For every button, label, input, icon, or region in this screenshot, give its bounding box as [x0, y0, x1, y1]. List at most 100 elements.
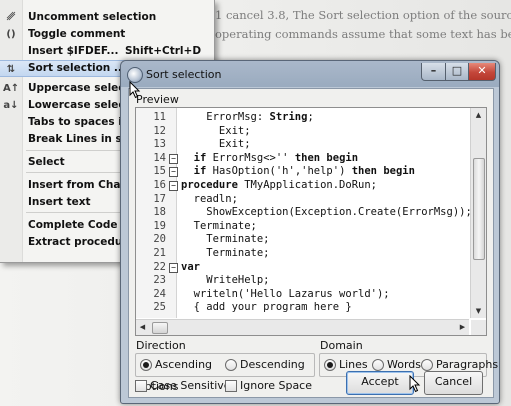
fold-toggle-icon[interactable]: −	[169, 153, 178, 164]
paragraphs-radio-button[interactable]	[421, 359, 433, 371]
code-text: ShowException(Exception.Create(ErrorMsg)…	[181, 206, 472, 219]
menu-item-label: Sort selection ...	[28, 62, 126, 74]
sort-icon: ⇅	[6, 64, 16, 75]
line-number: 18	[153, 206, 166, 219]
code-text: if HasOption('h','help') then begin	[193, 165, 415, 178]
descending-radio-button[interactable]	[225, 359, 237, 371]
paragraphs-label: Paragraphs	[436, 358, 499, 371]
ignore-space-label: Ignore Space	[240, 379, 312, 392]
horizontal-scroll-thumb[interactable]	[152, 322, 168, 334]
maximize-button[interactable]: □	[445, 63, 469, 81]
menu-item[interactable]: () Toggle comment	[0, 26, 214, 43]
scroll-right-arrow[interactable]: ▶	[456, 320, 469, 335]
code-text: Exit;	[181, 138, 251, 151]
line-number: 25	[153, 301, 166, 314]
menu-item-label: Uncomment selection	[28, 11, 157, 23]
line-number: 13	[153, 138, 166, 151]
ignore-space-box[interactable]	[225, 380, 237, 392]
code-line: 21 Terminate;	[136, 247, 469, 261]
line-number: 16	[153, 179, 166, 191]
lines-label: Lines	[339, 358, 368, 371]
menu-item-label: Toggle comment	[28, 28, 126, 40]
code-line: 14− if ErrorMsg<>'' then begin	[136, 152, 469, 166]
preview-editor[interactable]: ▲ ▼ ◀ ▶ 11 ErrorMsg: String; 12 Exit; 13 E…	[135, 107, 487, 336]
line-number: 17	[153, 192, 166, 205]
line-number: 22	[153, 260, 166, 273]
menu-item[interactable]: Insert $IFDEF... Shift+Ctrl+D	[0, 43, 214, 60]
code-line: 12 Exit;	[136, 125, 469, 139]
code-line: 24 writeln('Hello Lazarus world');	[136, 288, 469, 302]
code-text: readln;	[181, 192, 238, 205]
lines-radio-button[interactable]	[324, 359, 336, 371]
scrollbar-corner	[471, 320, 486, 335]
case-sensitive-label: Case Sensitive	[150, 379, 231, 392]
code-line: 20 Terminate;	[136, 233, 469, 247]
preview-label: Preview	[136, 93, 179, 106]
code-line: 15− if HasOption('h','help') then begin	[136, 165, 469, 179]
line-number: 15	[153, 165, 166, 178]
code-text: Exit;	[181, 124, 251, 137]
code-text: ErrorMsg: String;	[181, 111, 314, 123]
toggle-comment-icon: ()	[6, 29, 16, 40]
scroll-down-arrow[interactable]: ▼	[471, 304, 486, 318]
descending-label: Descending	[240, 358, 305, 371]
code-text: { add your program here }	[181, 301, 352, 314]
line-number: 19	[153, 219, 166, 232]
fold-toggle-icon[interactable]: −	[169, 167, 178, 178]
words-radio-button[interactable]	[372, 359, 384, 371]
code-text: if ErrorMsg<>'' then begin	[193, 151, 359, 164]
ascending-radio-button[interactable]	[140, 359, 152, 371]
line-number: 12	[153, 124, 166, 137]
code-line: 19 Terminate;	[136, 220, 469, 234]
background-text-line: 1 cancel 3.8, The Sort selection option …	[215, 8, 511, 22]
menu-item-label: Select	[28, 156, 65, 168]
code-line: 13 Exit;	[136, 138, 469, 152]
code-line: 22− var	[136, 261, 469, 275]
vertical-scroll-thumb[interactable]	[473, 158, 485, 260]
close-button[interactable]: ✕	[468, 63, 496, 81]
sort-selection-dialog: Sort selection – □ ✕ Preview ▲ ▼ ◀ ▶ 11 …	[120, 60, 500, 404]
background-text-line: operating commands assume that some text…	[215, 27, 511, 41]
line-number: 11	[153, 111, 166, 123]
line-number: 20	[153, 233, 166, 246]
uppercase-icon: A↑	[3, 83, 20, 94]
case-sensitive-box[interactable]	[135, 380, 147, 392]
menu-item-label: Insert $IFDEF...	[28, 45, 119, 57]
background-text-line	[215, 46, 511, 60]
accept-button[interactable]: Accept	[346, 371, 414, 395]
domain-label: Domain	[320, 339, 363, 352]
line-number: 21	[153, 247, 166, 259]
uncomment-icon: ␥	[7, 12, 15, 23]
dialog-body: Preview ▲ ▼ ◀ ▶ 11 ErrorMsg: String; 12 E…	[128, 88, 498, 398]
code-text: var	[181, 260, 200, 273]
code-text: WriteHelp;	[181, 274, 270, 287]
code-line: 23 WriteHelp;	[136, 274, 469, 288]
line-number: 14	[153, 151, 166, 164]
cancel-button[interactable]: Cancel	[424, 371, 483, 395]
code-line: 25 { add your program here }	[136, 301, 469, 315]
dialog-title: Sort selection	[146, 68, 222, 81]
horizontal-scrollbar[interactable]: ◀ ▶	[136, 319, 469, 335]
fold-toggle-icon[interactable]: −	[169, 262, 178, 273]
code-line: 11 ErrorMsg: String;	[136, 111, 469, 125]
code-text: Terminate;	[181, 247, 270, 259]
line-number: 24	[153, 287, 166, 300]
fold-toggle-icon[interactable]: −	[169, 181, 178, 191]
dialog-titlebar[interactable]: Sort selection – □ ✕	[121, 61, 499, 87]
code-text: procedure TMyApplication.DoRun;	[181, 179, 377, 191]
mouse-pointer-icon	[129, 81, 141, 99]
line-number: 23	[153, 274, 166, 287]
menu-item[interactable]: ␥ Uncomment selection	[0, 9, 214, 26]
code-line: 17 readln;	[136, 193, 469, 207]
scroll-up-arrow[interactable]: ▲	[471, 108, 486, 122]
vertical-scrollbar[interactable]: ▲ ▼	[470, 108, 486, 318]
direction-group: Ascending Descending	[135, 353, 315, 377]
minimize-button[interactable]: –	[421, 63, 446, 81]
menu-item-shortcut: Shift+Ctrl+D	[125, 45, 202, 57]
code-line: 18 ShowException(Exception.Create(ErrorM…	[136, 206, 472, 220]
scroll-left-arrow[interactable]: ◀	[136, 320, 149, 335]
ascending-label: Ascending	[155, 358, 213, 371]
menu-item-label: Complete Code	[28, 219, 118, 231]
code-text: Terminate;	[181, 233, 270, 246]
code-text: Terminate;	[181, 219, 257, 232]
